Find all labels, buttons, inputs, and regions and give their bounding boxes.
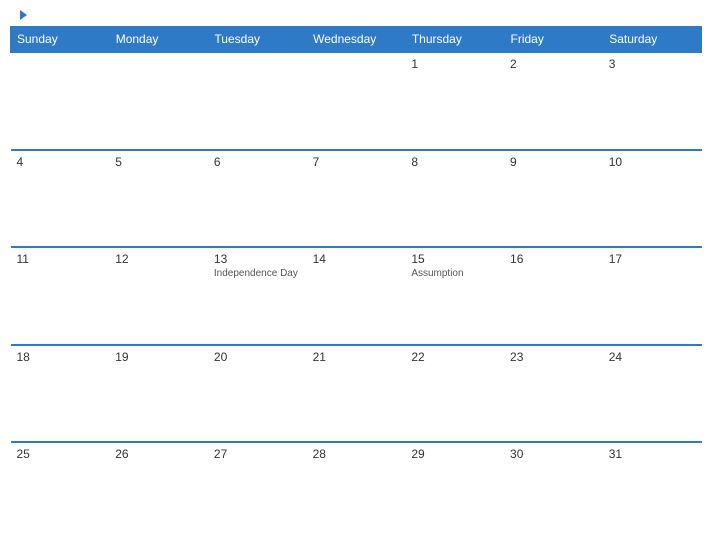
weekday-header-saturday: Saturday bbox=[603, 27, 702, 53]
day-cell bbox=[208, 52, 307, 150]
day-cell bbox=[109, 52, 208, 150]
day-cell: 27 bbox=[208, 442, 307, 540]
day-cell: 1 bbox=[405, 52, 504, 150]
day-cell: 25 bbox=[11, 442, 110, 540]
calendar: SundayMondayTuesdayWednesdayThursdayFrid… bbox=[0, 26, 712, 550]
day-cell: 30 bbox=[504, 442, 603, 540]
day-number: 12 bbox=[115, 252, 202, 266]
day-number: 31 bbox=[609, 447, 696, 461]
day-cell: 28 bbox=[307, 442, 406, 540]
day-cell: 21 bbox=[307, 345, 406, 443]
day-number: 6 bbox=[214, 155, 301, 169]
day-cell: 6 bbox=[208, 150, 307, 248]
day-cell: 16 bbox=[504, 247, 603, 345]
day-cell: 15 Assumption bbox=[405, 247, 504, 345]
day-cell: 9 bbox=[504, 150, 603, 248]
day-number: 17 bbox=[609, 252, 696, 266]
day-cell: 29 bbox=[405, 442, 504, 540]
day-cell: 11 bbox=[11, 247, 110, 345]
week-row-1: 456789 10 bbox=[11, 150, 702, 248]
day-number: 30 bbox=[510, 447, 597, 461]
day-cell: 31 bbox=[603, 442, 702, 540]
day-number: 15 bbox=[411, 252, 498, 266]
day-cell: 10 bbox=[603, 150, 702, 248]
weekday-header-tuesday: Tuesday bbox=[208, 27, 307, 53]
day-cell: 26 bbox=[109, 442, 208, 540]
day-cell: 2 bbox=[504, 52, 603, 150]
day-number: 28 bbox=[313, 447, 400, 461]
day-number: 7 bbox=[313, 155, 400, 169]
day-number: 9 bbox=[510, 155, 597, 169]
week-row-3: 18 19 20 21 22 23 24 bbox=[11, 345, 702, 443]
day-number: 25 bbox=[17, 447, 104, 461]
day-cell bbox=[11, 52, 110, 150]
day-number: 22 bbox=[411, 350, 498, 364]
day-cell: 13 Independence Day bbox=[208, 247, 307, 345]
day-number: 1 bbox=[411, 57, 498, 71]
weekday-header-friday: Friday bbox=[504, 27, 603, 53]
day-number: 13 bbox=[214, 252, 301, 266]
calendar-table: SundayMondayTuesdayWednesdayThursdayFrid… bbox=[10, 26, 702, 540]
week-row-2: 11 12 13 Independence Day 14 15 Assumption 16 17 bbox=[11, 247, 702, 345]
day-event: Independence Day bbox=[214, 268, 301, 279]
day-cell: 14 bbox=[307, 247, 406, 345]
day-number: 4 bbox=[17, 155, 104, 169]
day-cell: 8 bbox=[405, 150, 504, 248]
day-number: 19 bbox=[115, 350, 202, 364]
logo-blue-text bbox=[18, 10, 27, 20]
week-row-0: 123 bbox=[11, 52, 702, 150]
day-number: 23 bbox=[510, 350, 597, 364]
day-number: 8 bbox=[411, 155, 498, 169]
day-number: 3 bbox=[609, 57, 696, 71]
day-number: 14 bbox=[313, 252, 400, 266]
weekday-header-monday: Monday bbox=[109, 27, 208, 53]
day-cell: 12 bbox=[109, 247, 208, 345]
day-cell: 22 bbox=[405, 345, 504, 443]
logo-triangle-icon bbox=[20, 10, 27, 20]
day-number: 27 bbox=[214, 447, 301, 461]
day-number: 5 bbox=[115, 155, 202, 169]
day-cell: 19 bbox=[109, 345, 208, 443]
day-number: 16 bbox=[510, 252, 597, 266]
day-cell: 4 bbox=[11, 150, 110, 248]
week-row-4: 25 26 27 28 29 30 31 bbox=[11, 442, 702, 540]
day-cell: 3 bbox=[603, 52, 702, 150]
day-number: 29 bbox=[411, 447, 498, 461]
day-cell: 24 bbox=[603, 345, 702, 443]
page: SundayMondayTuesdayWednesdayThursdayFrid… bbox=[0, 0, 712, 550]
header bbox=[0, 0, 712, 26]
weekday-header-wednesday: Wednesday bbox=[307, 27, 406, 53]
day-cell: 23 bbox=[504, 345, 603, 443]
weekday-header-sunday: Sunday bbox=[11, 27, 110, 53]
day-number: 11 bbox=[17, 252, 104, 266]
day-number: 26 bbox=[115, 447, 202, 461]
day-cell: 17 bbox=[603, 247, 702, 345]
day-cell bbox=[307, 52, 406, 150]
day-number: 21 bbox=[313, 350, 400, 364]
weekday-header-thursday: Thursday bbox=[405, 27, 504, 53]
day-number: 20 bbox=[214, 350, 301, 364]
day-event: Assumption bbox=[411, 268, 498, 279]
logo bbox=[18, 10, 27, 20]
day-cell: 18 bbox=[11, 345, 110, 443]
day-cell: 5 bbox=[109, 150, 208, 248]
day-number: 10 bbox=[609, 155, 696, 169]
day-number: 18 bbox=[17, 350, 104, 364]
day-cell: 20 bbox=[208, 345, 307, 443]
weekday-header-row: SundayMondayTuesdayWednesdayThursdayFrid… bbox=[11, 27, 702, 53]
day-number: 2 bbox=[510, 57, 597, 71]
day-number: 24 bbox=[609, 350, 696, 364]
day-cell: 7 bbox=[307, 150, 406, 248]
